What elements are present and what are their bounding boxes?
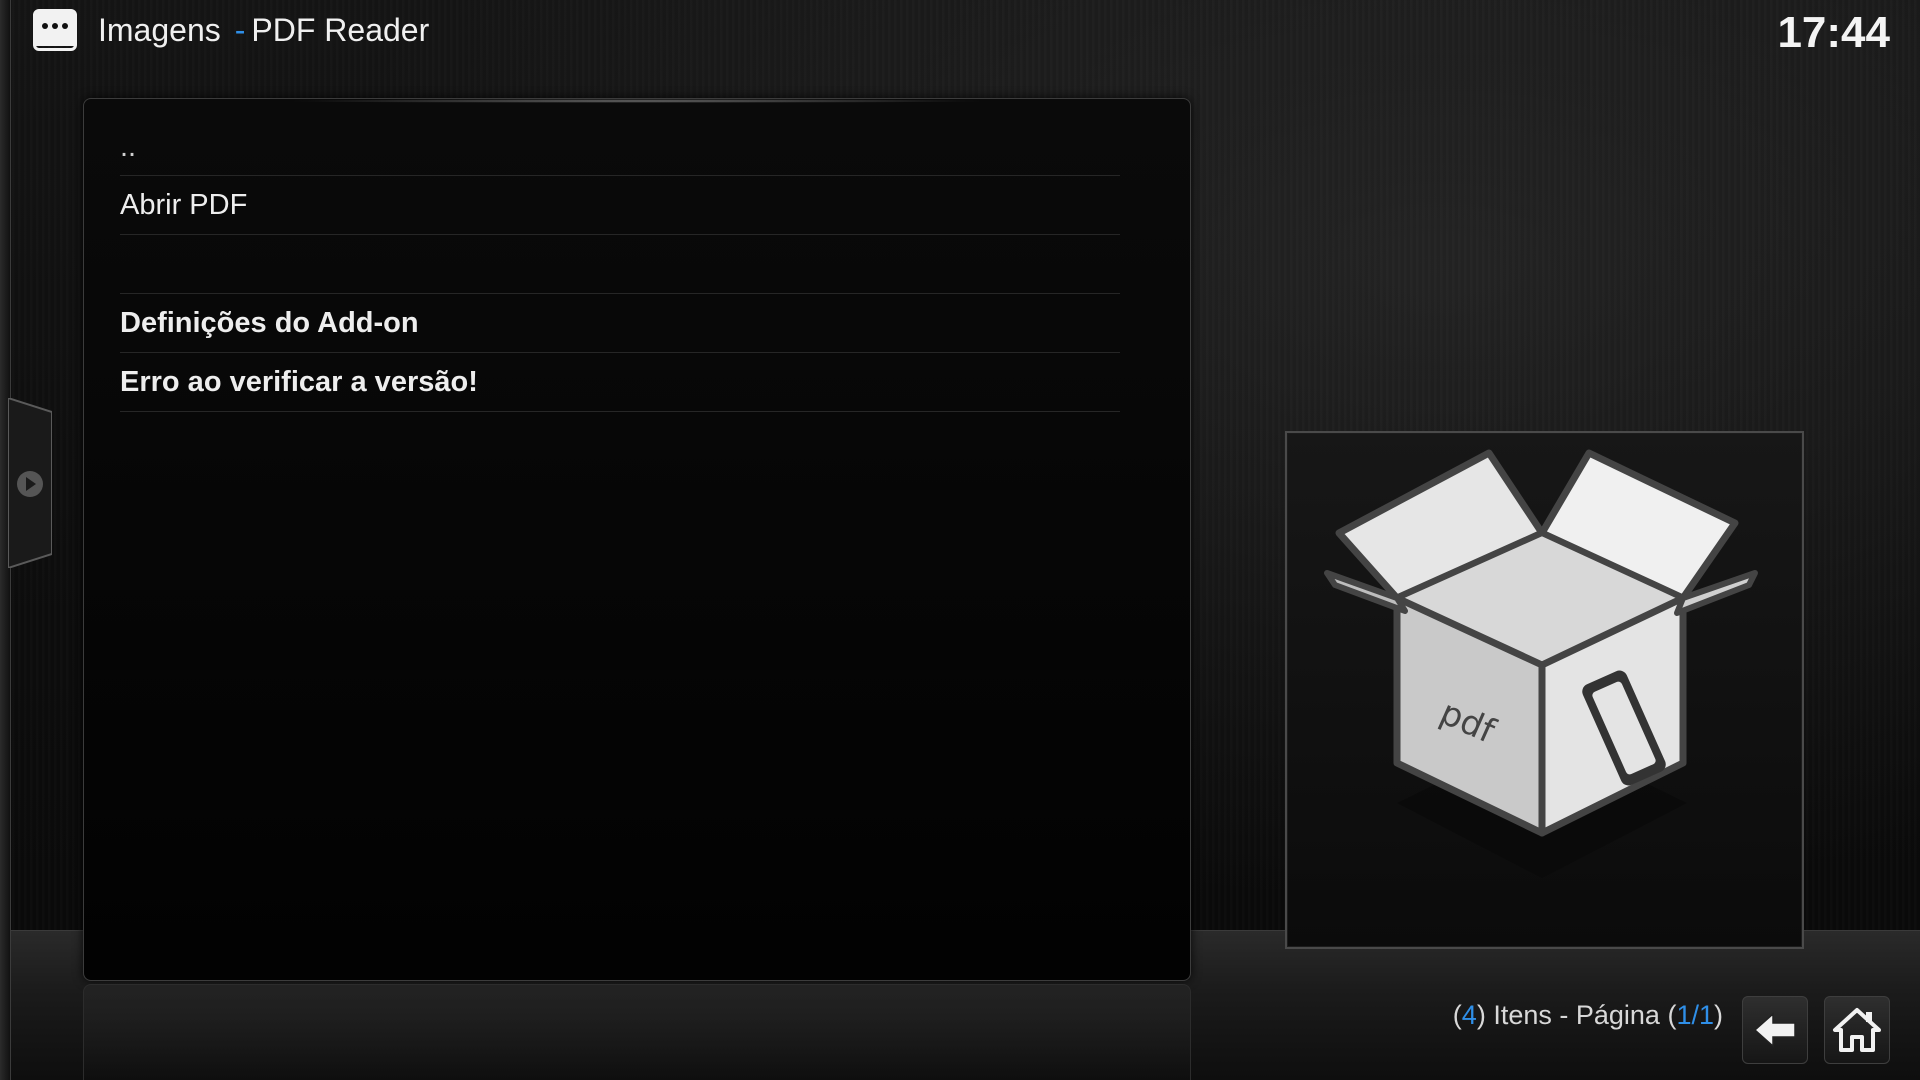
addon-thumbnail: pdf	[1285, 431, 1804, 949]
list-item-label: ..	[120, 131, 137, 163]
page-info: (4) Itens - Página (1/1)	[1452, 1000, 1723, 1030]
header: Imagens - PDF Reader 17:44	[0, 0, 1920, 64]
back-button[interactable]	[1742, 996, 1808, 1064]
list-item-version-error[interactable]: Erro ao verificar a versão!	[120, 353, 1120, 412]
title-separator: -	[234, 12, 246, 48]
addon-name: PDF Reader	[251, 12, 430, 48]
list-item-label: Definições do Add-on	[120, 306, 419, 339]
section-label: Imagens	[98, 12, 221, 48]
items-page-label: Itens - Página	[1493, 1000, 1660, 1030]
home-icon	[1833, 1008, 1881, 1052]
panel-reflection	[83, 984, 1191, 1080]
page-number: 1/1	[1676, 1000, 1714, 1030]
home-button[interactable]	[1824, 996, 1890, 1064]
list-item-parent-folder[interactable]: ..	[120, 117, 1120, 176]
page-title: Imagens - PDF Reader	[98, 12, 429, 49]
list-item-open-pdf[interactable]: Abrir PDF	[120, 176, 1120, 235]
item-count: 4	[1461, 1000, 1477, 1030]
open-box-icon: pdf	[1324, 449, 1758, 878]
side-menu-tab[interactable]	[8, 398, 52, 568]
list-item-label: Erro ao verificar a versão!	[120, 365, 478, 398]
back-arrow-icon	[1753, 1012, 1796, 1048]
file-list-panel: .. Abrir PDF Definições do Add-on Erro a…	[83, 98, 1191, 981]
list-item-addon-settings[interactable]: Definições do Add-on	[120, 294, 1120, 353]
addon-menu-icon	[33, 9, 77, 51]
file-list: .. Abrir PDF Definições do Add-on Erro a…	[84, 117, 1190, 412]
list-item-empty[interactable]	[120, 235, 1120, 294]
clock: 17:44	[1777, 8, 1890, 57]
list-item-label: Abrir PDF	[120, 188, 248, 221]
